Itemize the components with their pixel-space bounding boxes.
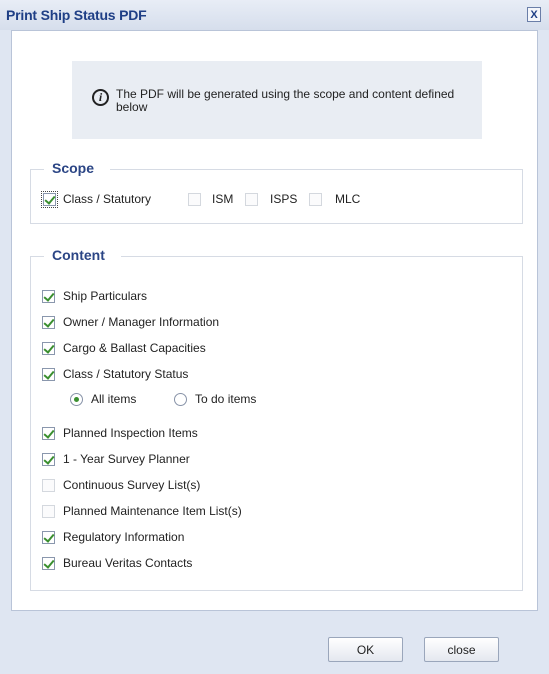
- content-legend: Content: [44, 247, 121, 263]
- content-label-class-statutory-status: Class / Statutory Status: [63, 367, 189, 381]
- scope-checkbox-class-statutory[interactable]: [41, 191, 58, 208]
- content-label-survey-planner: 1 - Year Survey Planner: [63, 452, 190, 466]
- close-x-button[interactable]: X: [527, 7, 541, 22]
- content-checkbox-continuous-survey[interactable]: [42, 479, 55, 492]
- scope-label-class-statutory: Class / Statutory: [63, 192, 152, 206]
- radio-label-all-items: All items: [91, 392, 137, 406]
- scope-label-ism: ISM: [212, 192, 234, 206]
- info-box: i The PDF will be generated using the sc…: [72, 61, 482, 139]
- content-checkbox-ship-particulars[interactable]: [42, 290, 55, 303]
- scope-label-isps: ISPS: [270, 192, 298, 206]
- scope-label-mlc: MLC: [335, 192, 361, 206]
- content-label-cargo-ballast: Cargo & Ballast Capacities: [63, 341, 206, 355]
- content-checkbox-owner-manager[interactable]: [42, 316, 55, 329]
- content-checkbox-regulatory-info[interactable]: [42, 531, 55, 544]
- scope-checkbox-ism[interactable]: [188, 193, 201, 206]
- content-label-bv-contacts: Bureau Veritas Contacts: [63, 556, 193, 570]
- print-ship-status-dialog: Print Ship Status PDF X i The PDF will b…: [0, 0, 549, 674]
- content-checkbox-bv-contacts[interactable]: [42, 557, 55, 570]
- scope-checkbox-isps[interactable]: [245, 193, 258, 206]
- ok-button[interactable]: OK: [328, 637, 403, 662]
- dialog-titlebar[interactable]: Print Ship Status PDF X: [0, 0, 549, 30]
- content-label-planned-inspection: Planned Inspection Items: [63, 426, 198, 440]
- content-checkbox-cargo-ballast[interactable]: [42, 342, 55, 355]
- content-checkbox-planned-inspection[interactable]: [42, 427, 55, 440]
- radio-label-to-do-items: To do items: [195, 392, 257, 406]
- info-message: The PDF will be generated using the scop…: [116, 87, 455, 114]
- content-label-continuous-survey: Continuous Survey List(s): [63, 478, 201, 492]
- info-icon: i: [92, 89, 109, 106]
- content-label-regulatory-info: Regulatory Information: [63, 530, 185, 544]
- content-group: Content Ship Particulars Owner / Manager…: [30, 247, 523, 591]
- content-checkbox-planned-maintenance[interactable]: [42, 505, 55, 518]
- radio-to-do-items[interactable]: [174, 393, 187, 406]
- scope-checkbox-mlc[interactable]: [309, 193, 322, 206]
- content-label-planned-maintenance: Planned Maintenance Item List(s): [63, 504, 242, 518]
- content-label-owner-manager: Owner / Manager Information: [63, 315, 220, 329]
- scope-legend: Scope: [44, 160, 111, 176]
- content-checkbox-survey-planner[interactable]: [42, 453, 55, 466]
- content-label-ship-particulars: Ship Particulars: [63, 289, 148, 303]
- close-button[interactable]: close: [424, 637, 499, 662]
- dialog-content: i The PDF will be generated using the sc…: [11, 30, 538, 611]
- content-checkbox-class-statutory-status[interactable]: [42, 368, 55, 381]
- dialog-title: Print Ship Status PDF: [6, 7, 147, 23]
- radio-all-items[interactable]: [70, 393, 83, 406]
- scope-group: Scope Class / Statutory ISM ISPS MLC: [30, 160, 523, 224]
